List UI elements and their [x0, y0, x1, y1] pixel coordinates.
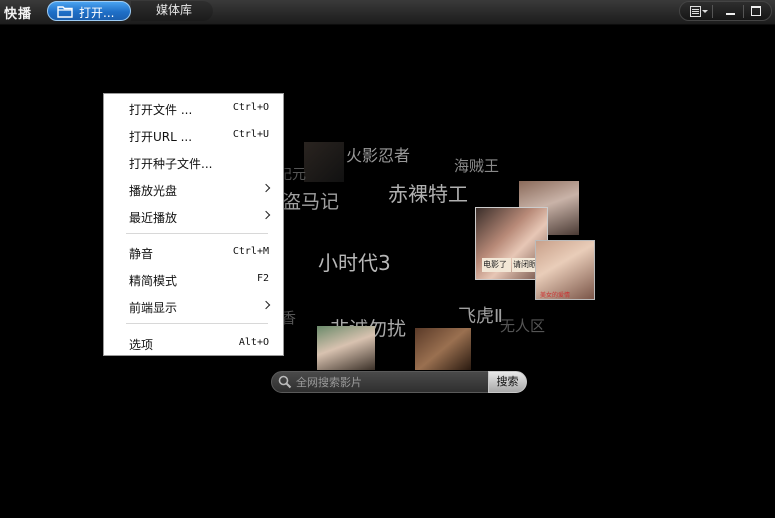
menu-item-always-on-top[interactable]: 前端显示 [104, 294, 283, 318]
menu-item-label: 选项 [129, 338, 154, 352]
chevron-right-icon [261, 210, 271, 220]
movie-thumbnail[interactable] [415, 328, 471, 370]
menu-item-label: 打开种子文件... [129, 157, 213, 171]
menu-item-label: 精简模式 [129, 274, 178, 288]
chevron-right-icon [261, 300, 271, 310]
minimize-icon [726, 13, 735, 15]
menu-item-mute[interactable]: 静音 Ctrl+M [104, 240, 283, 264]
tag-item[interactable]: 飞虎Ⅱ [458, 302, 503, 328]
menu-separator [126, 233, 268, 234]
thumbnail-caption: 电影了 [483, 260, 507, 269]
menu-item-play-disc[interactable]: 播放光盘 [104, 177, 283, 201]
menu-item-label: 播放光盘 [129, 184, 178, 198]
title-bar: 快播 打开... 媒体库 [0, 0, 775, 25]
movie-thumbnail[interactable]: 美女的爱情 [535, 240, 595, 300]
menu-item-shortcut: Ctrl+O [232, 102, 269, 113]
movie-thumbnail[interactable] [317, 326, 375, 370]
divider [712, 5, 713, 18]
thumbnail-caption: 请闭眼 [513, 260, 537, 269]
menu-item-label: 最近播放 [129, 211, 178, 225]
thumbnail-caption: 美女的爱情 [540, 292, 571, 299]
menu-item-shortcut: F2 [256, 273, 269, 284]
menu-item-label: 静音 [129, 247, 154, 261]
search-icon [278, 375, 292, 389]
open-menu: 打开文件 ... Ctrl+O 打开URL ... Ctrl+U 打开种子文件.… [103, 93, 284, 356]
menu-item-options[interactable]: 选项 Alt+O [104, 331, 283, 355]
menu-item-label: 打开URL ... [129, 130, 193, 144]
menu-item-shortcut: Ctrl+U [232, 129, 269, 140]
minimize-button[interactable] [723, 4, 739, 18]
menu-item-shortcut: Ctrl+M [232, 246, 269, 257]
maximize-button[interactable] [749, 4, 765, 18]
menu-item-open-url[interactable]: 打开URL ... Ctrl+U [104, 123, 283, 147]
movie-thumbnail[interactable] [304, 142, 344, 182]
menu-item-recent[interactable]: 最近播放 [104, 204, 283, 228]
menu-item-label: 前端显示 [129, 301, 178, 315]
skin-icon [690, 6, 701, 17]
maximize-icon [751, 6, 761, 16]
menu-item-open-file[interactable]: 打开文件 ... Ctrl+O [104, 96, 283, 120]
chevron-down-icon [702, 10, 708, 13]
chevron-right-icon [261, 183, 271, 193]
search-box [271, 371, 489, 393]
search-input[interactable] [296, 374, 482, 390]
window-controls [679, 1, 772, 21]
tag-item[interactable]: 海贼王 [454, 155, 499, 176]
app-logo: 快播 [4, 7, 33, 22]
menu-separator [126, 323, 268, 324]
tag-item[interactable]: 盗马记 [282, 187, 339, 214]
tag-item[interactable]: 无人区 [500, 315, 545, 336]
tag-item[interactable]: 火影忍者 [346, 142, 410, 166]
divider [743, 5, 744, 18]
menu-item-label: 打开文件 ... [129, 103, 193, 117]
menu-item-open-torrent[interactable]: 打开种子文件... [104, 150, 283, 174]
menu-item-compact-mode[interactable]: 精简模式 F2 [104, 267, 283, 291]
search-button[interactable]: 搜索 [488, 371, 527, 393]
media-library-tab[interactable]: 媒体库 [131, 1, 213, 21]
open-button-label: 打开... [79, 6, 115, 20]
open-button[interactable]: 打开... [47, 1, 131, 21]
skin-menu-button[interactable] [689, 4, 708, 18]
menu-item-shortcut: Alt+O [238, 337, 269, 348]
tag-item[interactable]: 赤裸特工 [388, 178, 468, 207]
folder-icon [57, 6, 73, 18]
tag-item[interactable]: 小时代3 [318, 247, 391, 276]
